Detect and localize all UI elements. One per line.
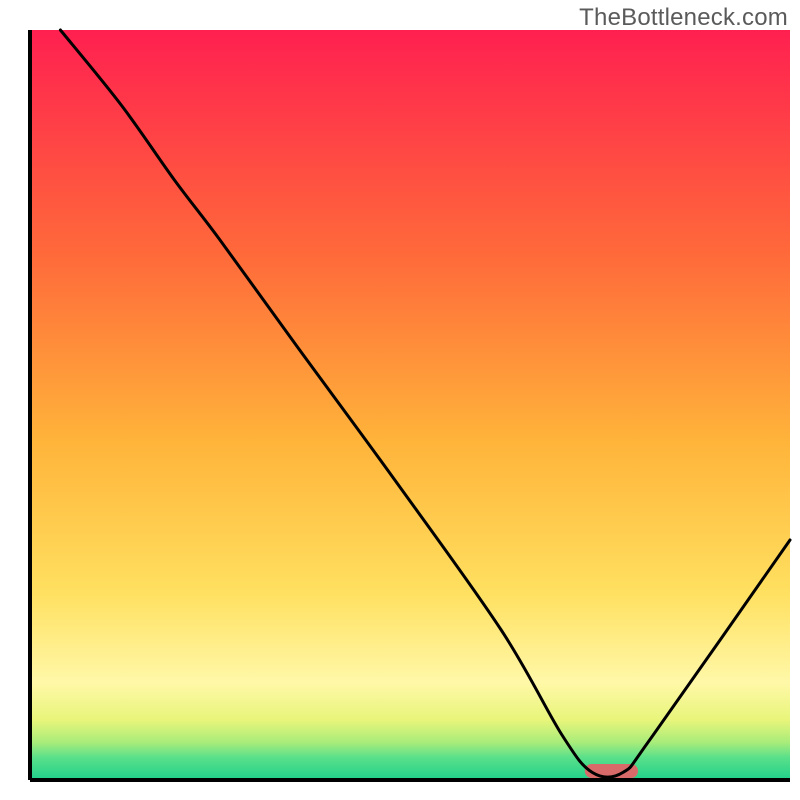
plot-area — [30, 30, 790, 780]
gradient-background — [30, 30, 790, 780]
chart-container: { "watermark": "TheBottleneck.com", "cha… — [0, 0, 800, 800]
watermark-text: TheBottleneck.com — [579, 4, 788, 32]
bottleneck-chart — [0, 0, 800, 800]
